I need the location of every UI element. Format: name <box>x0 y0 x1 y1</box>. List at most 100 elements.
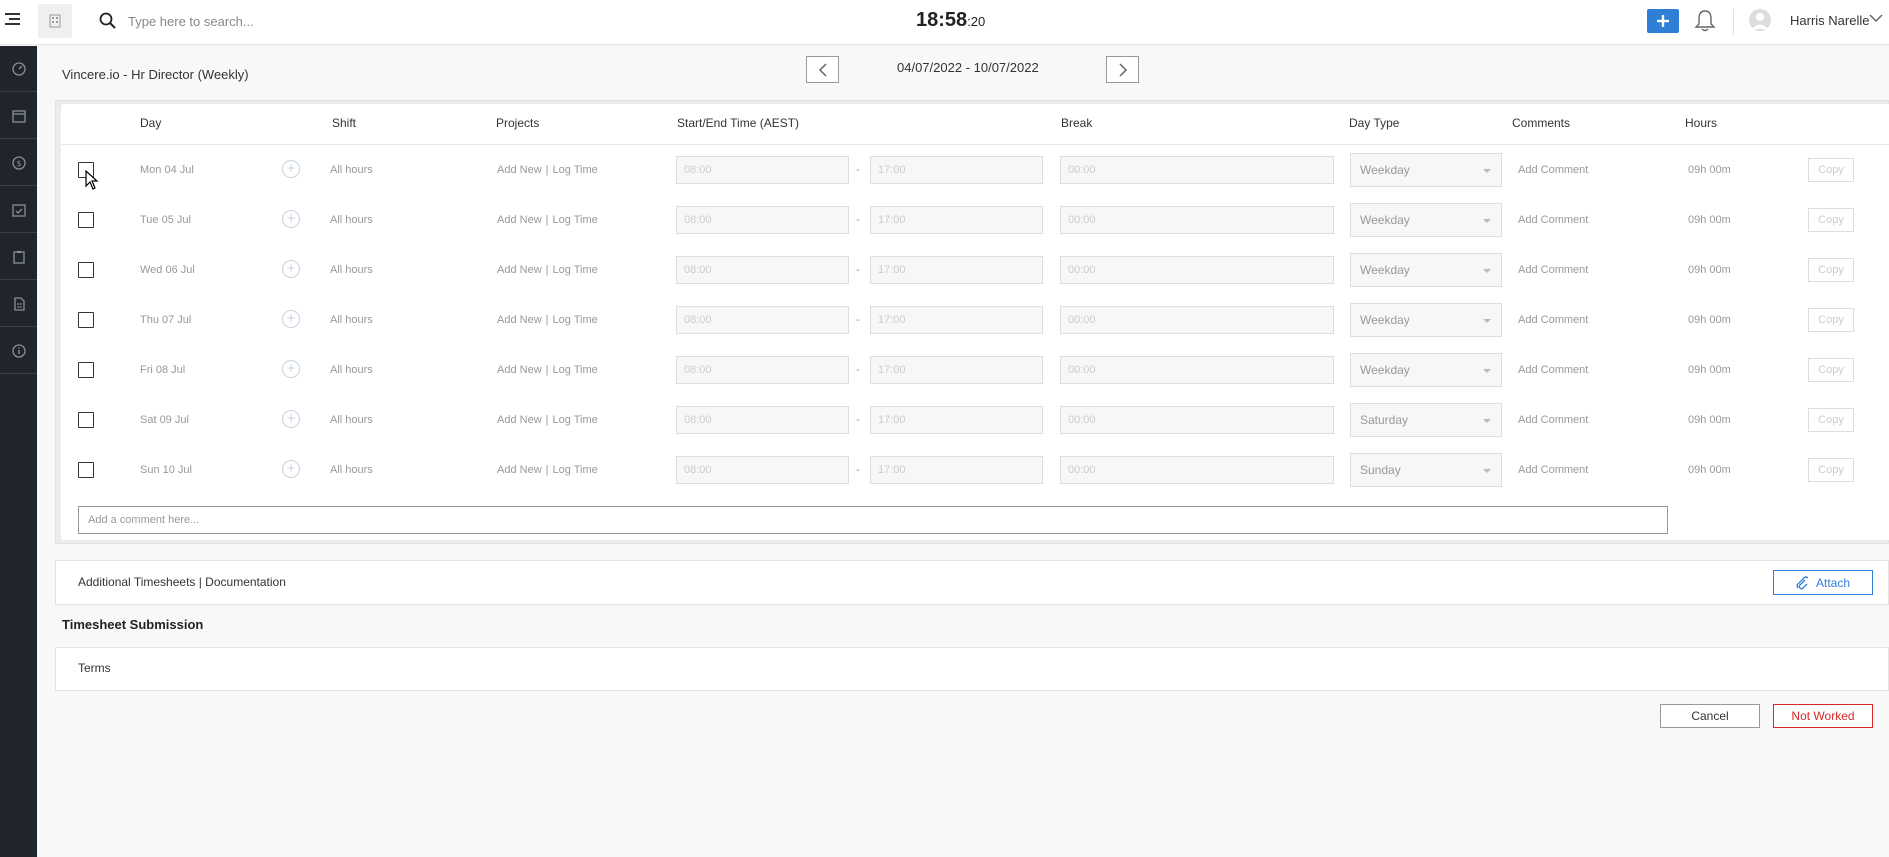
end-time-input[interactable]: 17:00 <box>870 406 1043 434</box>
day-type-select[interactable]: Saturday <box>1350 403 1502 437</box>
day-type-value: Weekday <box>1360 313 1410 327</box>
add-circle-icon[interactable]: + <box>282 160 300 178</box>
day-type-select[interactable]: Weekday <box>1350 353 1502 387</box>
row-checkbox[interactable] <box>78 362 94 378</box>
add-comment-link[interactable]: Add Comment <box>1518 164 1588 176</box>
end-time-input[interactable]: 17:00 <box>870 306 1043 334</box>
add-new-link[interactable]: Add New <box>497 464 542 476</box>
not-worked-button[interactable]: Not Worked <box>1773 704 1873 728</box>
menu-icon[interactable] <box>5 13 20 27</box>
end-time-input[interactable]: 17:00 <box>870 256 1043 284</box>
log-time-link[interactable]: Log Time <box>553 414 598 426</box>
table-row: Fri 08 Jul + All hours Add New | Log Time … <box>0 345 1889 395</box>
chevron-right-icon <box>1118 62 1127 77</box>
add-comment-link[interactable]: Add Comment <box>1518 414 1588 426</box>
row-checkbox[interactable] <box>78 462 94 478</box>
next-week-button[interactable] <box>1106 56 1139 83</box>
copy-button[interactable]: Copy <box>1808 408 1854 432</box>
break-input[interactable]: 00:00 <box>1060 356 1334 384</box>
end-time-input[interactable]: 17:00 <box>870 156 1043 184</box>
add-circle-icon[interactable]: + <box>282 310 300 328</box>
log-time-link[interactable]: Log Time <box>553 464 598 476</box>
add-new-link[interactable]: Add New <box>497 214 542 226</box>
day-type-select[interactable]: Weekday <box>1350 303 1502 337</box>
day-type-select[interactable]: Sunday <box>1350 453 1502 487</box>
start-time-input[interactable]: 08:00 <box>676 306 849 334</box>
break-input[interactable]: 00:00 <box>1060 156 1334 184</box>
end-time-input[interactable]: 17:00 <box>870 356 1043 384</box>
date-range: 04/07/2022 - 10/07/2022 <box>897 60 1039 75</box>
column-header-day-type: Day Type <box>1349 116 1400 130</box>
user-name[interactable]: Harris Narelle <box>1790 13 1869 28</box>
search-input[interactable] <box>128 10 628 32</box>
time-separator: - <box>856 464 860 476</box>
break-input[interactable]: 00:00 <box>1060 256 1334 284</box>
add-circle-icon[interactable]: + <box>282 460 300 478</box>
add-circle-icon[interactable]: + <box>282 360 300 378</box>
search-icon[interactable] <box>99 12 117 30</box>
break-input[interactable]: 00:00 <box>1060 456 1334 484</box>
day-type-select[interactable]: Weekday <box>1350 253 1502 287</box>
end-time-input[interactable]: 17:00 <box>870 206 1043 234</box>
clock: 18:58:20 <box>916 9 986 31</box>
start-time-input[interactable]: 08:00 <box>676 156 849 184</box>
row-day: Wed 06 Jul <box>140 264 195 276</box>
start-time-input[interactable]: 08:00 <box>676 206 849 234</box>
copy-button[interactable]: Copy <box>1808 358 1854 382</box>
add-button[interactable] <box>1647 9 1679 33</box>
attach-button[interactable]: Attach <box>1773 570 1873 595</box>
comment-input[interactable]: Add a comment here... <box>78 506 1668 534</box>
add-circle-icon[interactable]: + <box>282 260 300 278</box>
sidebar-item-dashboard[interactable] <box>0 46 37 92</box>
chevron-down-icon[interactable] <box>1869 14 1883 23</box>
add-new-link[interactable]: Add New <box>497 264 542 276</box>
log-time-link[interactable]: Log Time <box>553 214 598 226</box>
copy-button[interactable]: Copy <box>1808 208 1854 232</box>
end-time-input[interactable]: 17:00 <box>870 456 1043 484</box>
break-input[interactable]: 00:00 <box>1060 206 1334 234</box>
start-time-input[interactable]: 08:00 <box>676 456 849 484</box>
avatar[interactable] <box>1749 9 1771 31</box>
start-time-input[interactable]: 08:00 <box>676 356 849 384</box>
start-time-input[interactable]: 08:00 <box>676 406 849 434</box>
terms-section[interactable] <box>55 647 1889 691</box>
add-circle-icon[interactable]: + <box>282 210 300 228</box>
add-comment-link[interactable]: Add Comment <box>1518 364 1588 376</box>
sidebar-item-calendar[interactable] <box>0 93 37 139</box>
log-time-link[interactable]: Log Time <box>553 364 598 376</box>
add-comment-link[interactable]: Add Comment <box>1518 464 1588 476</box>
add-new-link[interactable]: Add New <box>497 314 542 326</box>
column-header-projects: Projects <box>496 116 540 130</box>
time-separator: - <box>856 364 860 376</box>
log-time-link[interactable]: Log Time <box>553 164 598 176</box>
log-time-link[interactable]: Log Time <box>553 314 598 326</box>
bell-icon[interactable] <box>1694 9 1716 33</box>
previous-week-button[interactable] <box>806 56 839 83</box>
copy-button[interactable]: Copy <box>1808 458 1854 482</box>
company-button[interactable] <box>38 4 72 38</box>
add-new-link[interactable]: Add New <box>497 414 542 426</box>
add-new-link[interactable]: Add New <box>497 164 542 176</box>
log-time-link[interactable]: Log Time <box>553 264 598 276</box>
row-checkbox[interactable] <box>78 212 94 228</box>
add-comment-link[interactable]: Add Comment <box>1518 214 1588 226</box>
cancel-button[interactable]: Cancel <box>1660 704 1760 728</box>
row-shift: All hours <box>330 314 373 326</box>
caret-down-icon <box>1483 419 1491 423</box>
add-comment-link[interactable]: Add Comment <box>1518 314 1588 326</box>
copy-button[interactable]: Copy <box>1808 158 1854 182</box>
row-checkbox[interactable] <box>78 412 94 428</box>
row-checkbox[interactable] <box>78 262 94 278</box>
add-comment-link[interactable]: Add Comment <box>1518 264 1588 276</box>
day-type-select[interactable]: Weekday <box>1350 203 1502 237</box>
day-type-select[interactable]: Weekday <box>1350 153 1502 187</box>
copy-button[interactable]: Copy <box>1808 258 1854 282</box>
start-time-input[interactable]: 08:00 <box>676 256 849 284</box>
copy-button[interactable]: Copy <box>1808 308 1854 332</box>
row-checkbox[interactable] <box>78 312 94 328</box>
break-input[interactable]: 00:00 <box>1060 306 1334 334</box>
break-input[interactable]: 00:00 <box>1060 406 1334 434</box>
row-day: Tue 05 Jul <box>140 214 191 226</box>
add-circle-icon[interactable]: + <box>282 410 300 428</box>
add-new-link[interactable]: Add New <box>497 364 542 376</box>
